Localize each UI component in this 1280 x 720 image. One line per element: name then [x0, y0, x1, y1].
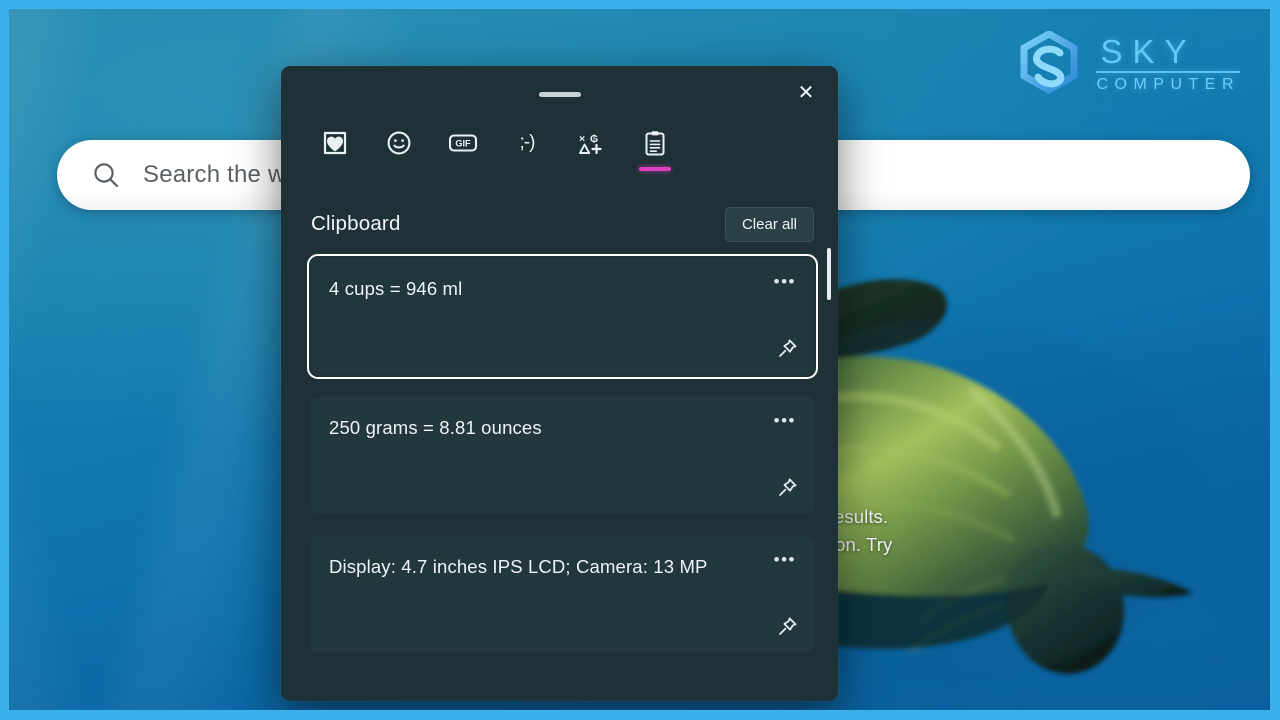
tab-clipboard[interactable] [637, 126, 673, 182]
svg-text:GIF: GIF [455, 138, 471, 148]
tab-indicator [383, 167, 415, 171]
clear-all-button[interactable]: Clear all [724, 206, 814, 242]
pin-icon[interactable] [777, 477, 798, 498]
desktop-wallpaper: stions. Refine results. reative inspirat… [9, 9, 1270, 710]
tab-indicator [319, 167, 351, 171]
tab-indicator [639, 167, 671, 171]
pin-icon[interactable] [777, 338, 798, 359]
tab-gif[interactable]: GIF [445, 126, 481, 182]
symbols-icon: × ₲ [577, 126, 605, 160]
pin-icon[interactable] [777, 616, 798, 637]
logo-divider [1096, 71, 1240, 73]
panel-titlebar: ✕ [281, 66, 838, 118]
sea-turtle-image [809, 279, 1199, 679]
tab-indicator [447, 167, 479, 171]
tab-indicator [575, 167, 607, 171]
more-options-icon[interactable]: ••• [774, 551, 796, 568]
clipboard-icon [642, 126, 668, 160]
logo-sky-text: SKY [1100, 33, 1197, 70]
scrollbar-track[interactable] [827, 248, 831, 701]
logo-wordmark: SKY COMPUTER [1096, 34, 1240, 94]
clipboard-title: Clipboard [311, 212, 401, 235]
tab-indicator [511, 167, 543, 171]
kaomoji-icon: ;-) [519, 132, 536, 153]
clipboard-item[interactable]: 250 grams = 8.81 ounces ••• [311, 397, 814, 514]
clipboard-item[interactable]: 4 cups = 946 ml ••• [307, 254, 818, 379]
clipboard-item-text: 250 grams = 8.81 ounces [329, 417, 542, 438]
more-options-icon[interactable]: ••• [774, 412, 796, 429]
close-icon[interactable]: ✕ [784, 74, 828, 110]
tab-symbols[interactable]: × ₲ [573, 126, 609, 182]
tab-kaomoji[interactable]: ;-) [509, 126, 545, 182]
search-input-text[interactable]: Search the w [143, 161, 285, 189]
tab-emoji[interactable] [381, 126, 417, 182]
clipboard-item-text: Display: 4.7 inches IPS LCD; Camera: 13 … [329, 556, 708, 577]
screenshot-frame: stions. Refine results. reative inspirat… [0, 0, 1280, 720]
gif-icon: GIF [448, 126, 478, 160]
drag-handle[interactable] [538, 92, 581, 97]
tab-recently-used[interactable] [317, 126, 353, 182]
scrollbar-thumb[interactable] [827, 248, 831, 300]
image-heart-icon [322, 126, 348, 160]
panel-toolbar: GIF ;-) × ₲ [281, 118, 838, 196]
clipboard-header: Clipboard Clear all [281, 196, 838, 248]
sky-computer-logo: SKY COMPUTER [1016, 31, 1240, 97]
emoji-clipboard-panel: ✕ GIF ;-) × ₲ Clipboard Clear all 4 cups… [281, 66, 838, 701]
svg-text:×: × [579, 133, 585, 145]
svg-text:₲: ₲ [590, 133, 598, 145]
search-icon [94, 163, 119, 188]
clipboard-item[interactable]: Display: 4.7 inches IPS LCD; Camera: 13 … [311, 536, 814, 653]
sky-hexagon-s-icon [1020, 31, 1078, 95]
clipboard-list[interactable]: 4 cups = 946 ml ••• 250 grams = 8.81 oun… [281, 248, 838, 701]
smiley-face-icon [386, 126, 412, 160]
logo-computer-text: COMPUTER [1096, 76, 1240, 93]
more-options-icon[interactable]: ••• [774, 273, 796, 290]
clipboard-item-text: 4 cups = 946 ml [329, 278, 463, 299]
